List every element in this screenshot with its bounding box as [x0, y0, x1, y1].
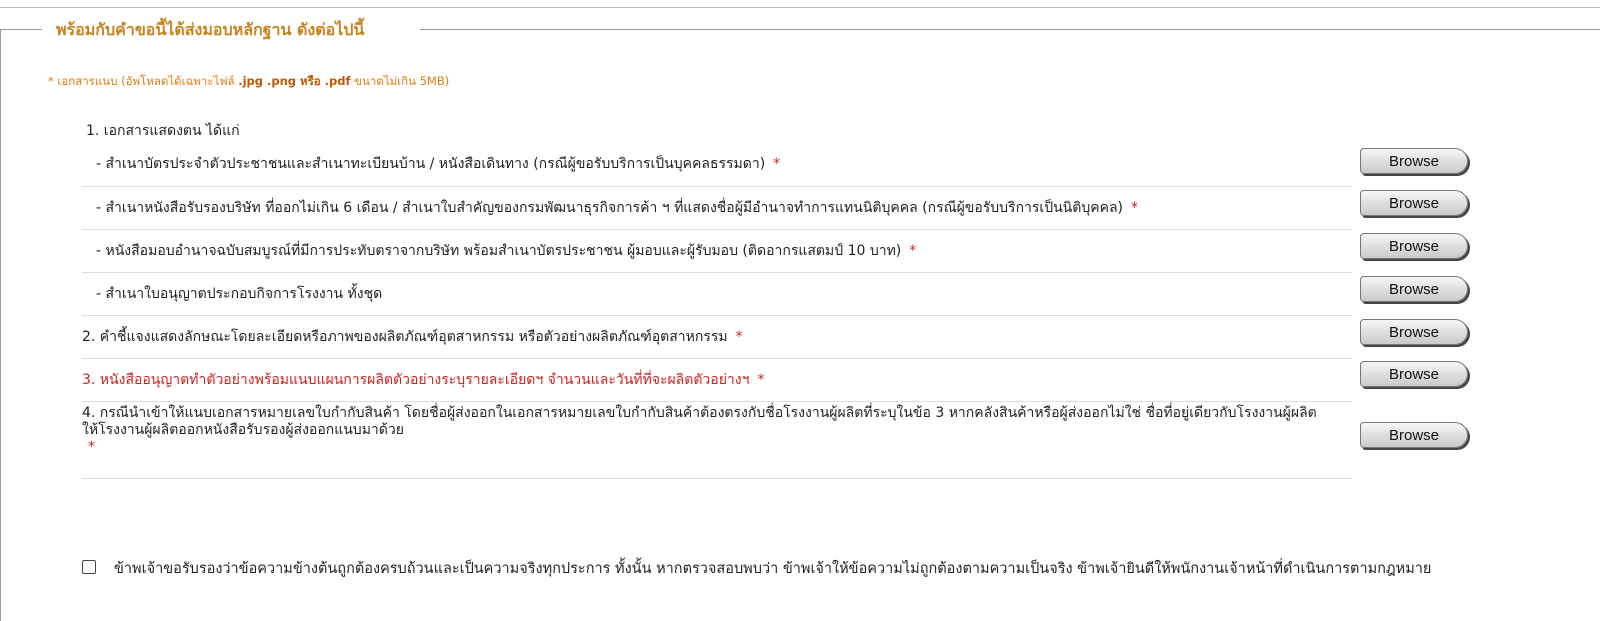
attachment-note: * เอกสารแนบ (อัพโหลดได้เฉพาะไฟล์ .jpg .p… — [48, 73, 449, 91]
required-marker: * — [757, 372, 765, 388]
browse-button[interactable]: Browse — [1360, 148, 1468, 174]
fieldset-border — [420, 29, 1600, 30]
attachment-note-prefix: * เอกสารแนบ (อัพโหลดได้เฉพาะไฟล์ — [48, 74, 239, 88]
document-row-text: - หนังสือมอบอำนาจฉบับสมบูรณ์ที่มีการประท… — [96, 240, 916, 262]
document-row-text: - สำเนาหนังสือรับรองบริษัท ที่ออกไม่เกิน… — [96, 197, 1138, 219]
document-row: 4. กรณีนำเข้าให้แนบเอกสารหมายเลขใบกำกับส… — [82, 402, 1352, 479]
document-label: 2. คำชี้แจงแสดงลักษณะโดยละเอียดหรือภาพขอ… — [82, 329, 728, 345]
attachment-note-types: .jpg .png หรือ .pdf — [238, 74, 351, 88]
document-row: - สำเนาใบอนุญาตประกอบกิจการโรงงาน ทั้งชุ… — [82, 273, 1352, 316]
fieldset-legend: พร้อมกับคำขอนี้ได้ส่งมอบหลักฐาน ดังต่อไป… — [56, 20, 365, 39]
document-row-text: 4. กรณีนำเข้าให้แนบเอกสารหมายเลขใบกำกับส… — [82, 405, 1322, 456]
document-label: - สำเนาหนังสือรับรองบริษัท ที่ออกไม่เกิน… — [96, 200, 1123, 216]
document-row-text: - สำเนาบัตรประจำตัวประชาชนและสำเนาทะเบีย… — [96, 153, 780, 175]
document-row: - สำเนาบัตรประจำตัวประชาชนและสำเนาทะเบีย… — [82, 148, 1352, 187]
document-row: - หนังสือมอบอำนาจฉบับสมบูรณ์ที่มีการประท… — [82, 230, 1352, 273]
browse-button[interactable]: Browse — [1360, 190, 1468, 216]
attachment-note-suffix: ขนาดไม่เกิน 5MB) — [350, 74, 450, 88]
document-row: 2. คำชี้แจงแสดงลักษณะโดยละเอียดหรือภาพขอ… — [82, 316, 1352, 359]
document-label: 4. กรณีนำเข้าให้แนบเอกสารหมายเลขใบกำกับส… — [82, 405, 1317, 438]
confirmation-text: ข้าพเจ้าขอรับรองว่าข้อความข้างต้นถูกต้อง… — [114, 561, 1432, 577]
document-label: 3. หนังสืออนุญาตทำตัวอย่างพร้อมแนบแผนการ… — [82, 372, 750, 388]
browse-button[interactable]: Browse — [1360, 276, 1468, 302]
section-1-title: 1. เอกสารแสดงตน ได้แก่ — [86, 123, 240, 139]
top-divider — [0, 0, 1600, 8]
required-marker: * — [1131, 200, 1138, 216]
browse-button[interactable]: Browse — [1360, 319, 1468, 345]
required-marker: * — [909, 243, 917, 259]
fieldset-border — [0, 29, 42, 30]
required-marker: * — [773, 156, 781, 172]
document-label: - สำเนาบัตรประจำตัวประชาชนและสำเนาทะเบีย… — [96, 156, 766, 172]
document-label: - สำเนาใบอนุญาตประกอบกิจการโรงงาน ทั้งชุ… — [96, 286, 383, 302]
confirm-checkbox[interactable] — [82, 560, 96, 574]
required-marker: * — [88, 439, 95, 455]
document-row-text: 3. หนังสืออนุญาตทำตัวอย่างพร้อมแนบแผนการ… — [82, 369, 764, 391]
browse-button[interactable]: Browse — [1360, 233, 1468, 259]
fieldset-border — [0, 29, 1, 621]
required-marker: * — [735, 329, 743, 345]
confirmation: ข้าพเจ้าขอรับรองว่าข้อความข้างต้นถูกต้อง… — [80, 558, 1560, 580]
browse-button[interactable]: Browse — [1360, 422, 1468, 448]
document-row: 3. หนังสืออนุญาตทำตัวอย่างพร้อมแนบแผนการ… — [82, 359, 1352, 402]
document-label: - หนังสือมอบอำนาจฉบับสมบูรณ์ที่มีการประท… — [96, 243, 902, 259]
document-row-text: 2. คำชี้แจงแสดงลักษณะโดยละเอียดหรือภาพขอ… — [82, 326, 743, 348]
document-row-text: - สำเนาใบอนุญาตประกอบกิจการโรงงาน ทั้งชุ… — [96, 283, 382, 305]
document-row: - สำเนาหนังสือรับรองบริษัท ที่ออกไม่เกิน… — [82, 187, 1352, 230]
browse-button[interactable]: Browse — [1360, 361, 1468, 387]
